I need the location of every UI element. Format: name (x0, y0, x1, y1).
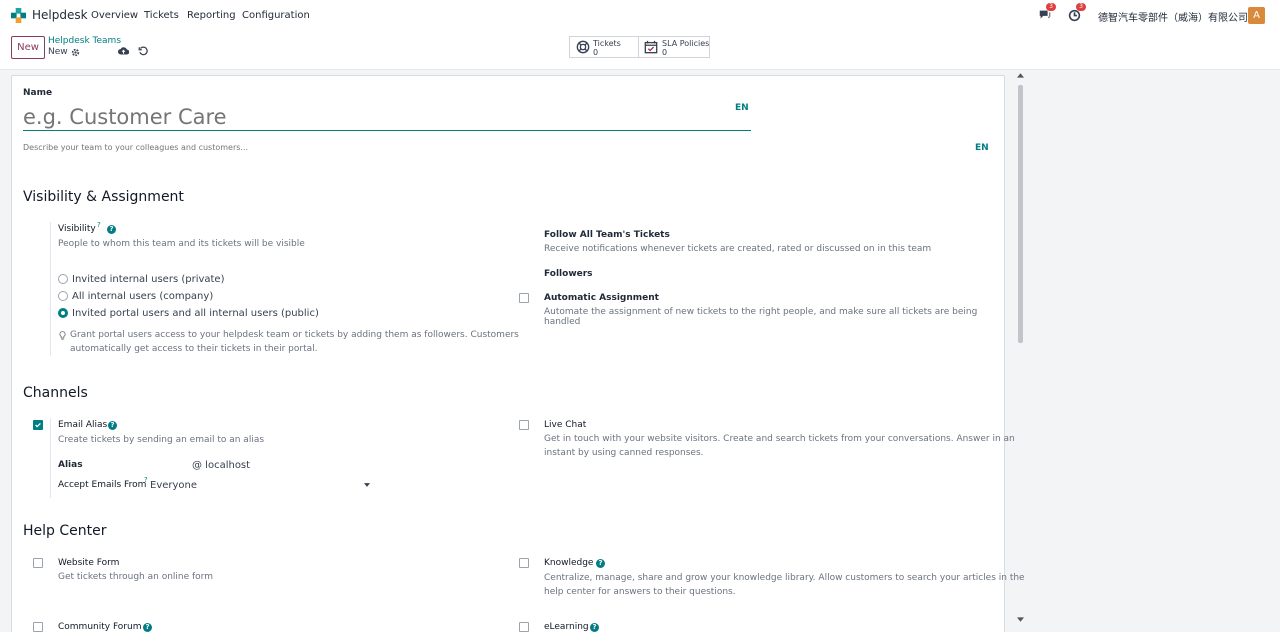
helpdesk-logo-icon[interactable] (11, 8, 26, 23)
stat-tickets-label: Tickets (593, 39, 621, 48)
alias-domain[interactable]: @ localhost (192, 460, 250, 471)
breadcrumb-helpdesk-teams[interactable]: Helpdesk Teams (48, 36, 121, 46)
stat-tickets[interactable]: Tickets 0 (569, 36, 639, 58)
company-switcher[interactable]: 德智汽车零部件（威海）有限公司 (1098, 9, 1248, 24)
scroll-down-icon[interactable] (1017, 617, 1024, 623)
cloud-upload-icon[interactable] (118, 46, 129, 56)
section-visibility-assignment: Visibility & Assignment (23, 189, 184, 205)
form-sheet: Name EN EN Visibility & Assignment Visib… (11, 75, 1025, 632)
messages-badge: 3 (1046, 3, 1056, 11)
description-input[interactable] (23, 140, 723, 154)
scroll-up-icon[interactable] (1017, 72, 1024, 78)
visibility-hint-line2: automatically get access to their ticket… (70, 344, 318, 354)
knowledge-help-2: help center for answers to their questio… (544, 587, 736, 597)
visibility-radio-company[interactable] (58, 291, 68, 301)
description-lang-button[interactable]: EN (975, 143, 989, 153)
divider (50, 222, 51, 356)
visibility-option-company[interactable]: All internal users (company) (72, 291, 213, 302)
follow-help: Receive notifications whenever tickets a… (544, 244, 932, 254)
visibility-hint-line1: Grant portal users access to your helpde… (70, 330, 519, 340)
elearning-label: eLearning (544, 622, 589, 632)
app-name[interactable]: Helpdesk (32, 8, 88, 22)
top-navbar: Helpdesk Overview Tickets Reporting Conf… (0, 0, 1280, 31)
auto-assign-checkbox[interactable] (519, 293, 529, 303)
accept-from-select[interactable]: Everyone (150, 480, 197, 491)
calendar-check-icon (644, 40, 658, 54)
website-form-label: Website Form (58, 558, 120, 568)
visibility-help-icon[interactable]: ? (107, 225, 116, 234)
elearning-checkbox[interactable] (519, 622, 529, 632)
follow-label: Follow All Team's Tickets (544, 230, 670, 240)
knowledge-help-icon[interactable]: ? (596, 559, 605, 568)
auto-assign-label: Automatic Assignment (544, 293, 659, 303)
forum-help-icon[interactable]: ? (143, 623, 152, 632)
visibility-label: Visibility (58, 224, 96, 234)
email-alias-help: Create tickets by sending an email to an… (58, 435, 265, 445)
name-input[interactable] (23, 103, 751, 131)
stat-sla-value: 0 (662, 48, 668, 57)
email-alias-label: Email Alias (58, 420, 108, 430)
forum-label: Community Forum (58, 622, 142, 632)
section-help-center: Help Center (23, 523, 107, 539)
menu-tickets[interactable]: Tickets (144, 10, 179, 21)
user-avatar[interactable]: A (1248, 7, 1265, 24)
check-icon (35, 422, 41, 428)
menu-overview[interactable]: Overview (91, 10, 138, 21)
knowledge-label: Knowledge (544, 558, 594, 568)
live-chat-label: Live Chat (544, 420, 587, 430)
alias-label: Alias (58, 460, 83, 470)
messages-button[interactable]: 3 (1038, 3, 1058, 25)
website-form-help: Get tickets through an online form (58, 572, 213, 582)
followers-label: Followers (544, 269, 593, 279)
live-chat-checkbox[interactable] (519, 420, 529, 430)
section-channels: Channels (23, 385, 88, 401)
live-chat-help-1: Get in touch with your website visitors.… (544, 434, 1015, 444)
stat-sla-policies[interactable]: SLA Policies 0 (638, 36, 710, 58)
gear-icon[interactable] (71, 48, 80, 57)
visibility-option-public[interactable]: Invited portal users and all internal us… (72, 308, 319, 319)
lightbulb-icon (59, 331, 66, 340)
visibility-radio-public[interactable] (58, 308, 68, 318)
divider (50, 418, 51, 498)
menu-reporting[interactable]: Reporting (187, 10, 236, 21)
live-chat-help-2: instant by using canned responses. (544, 448, 704, 458)
elearning-help-icon[interactable]: ? (590, 623, 599, 632)
lifebuoy-icon (576, 40, 590, 54)
accept-from-tooltip-mark[interactable]: ? (144, 476, 148, 484)
forum-checkbox[interactable] (33, 622, 43, 632)
visibility-help: People to whom this team and its tickets… (58, 239, 305, 249)
visibility-tooltip-mark[interactable]: ? (97, 221, 101, 229)
stat-tickets-value: 0 (593, 48, 599, 57)
control-panel: New Helpdesk Teams New Tickets 0 SLA Pol… (0, 31, 1280, 70)
chevron-down-icon[interactable] (364, 483, 370, 487)
knowledge-checkbox[interactable] (519, 558, 529, 568)
activities-badge: 3 (1076, 3, 1086, 11)
menu-configuration[interactable]: Configuration (242, 10, 310, 21)
accept-from-label: Accept Emails From (58, 480, 147, 490)
breadcrumb-current: New (48, 47, 68, 57)
email-alias-checkbox[interactable] (33, 420, 43, 430)
scroll-thumb[interactable] (1018, 85, 1023, 343)
new-button[interactable]: New (11, 36, 45, 59)
discard-icon[interactable] (138, 46, 148, 56)
visibility-option-private[interactable]: Invited internal users (private) (72, 274, 225, 285)
name-lang-button[interactable]: EN (735, 103, 749, 113)
auto-assign-help: Automate the assignment of new tickets t… (544, 307, 978, 327)
knowledge-help-1: Centralize, manage, share and grow your … (544, 573, 1025, 583)
website-form-checkbox[interactable] (33, 558, 43, 568)
stat-sla-label: SLA Policies (662, 39, 710, 48)
email-alias-help-icon[interactable]: ? (108, 421, 117, 430)
visibility-radio-private[interactable] (58, 274, 68, 284)
scrollbar[interactable] (1016, 72, 1024, 628)
name-label: Name (23, 88, 53, 98)
activities-button[interactable]: 3 (1068, 3, 1088, 25)
